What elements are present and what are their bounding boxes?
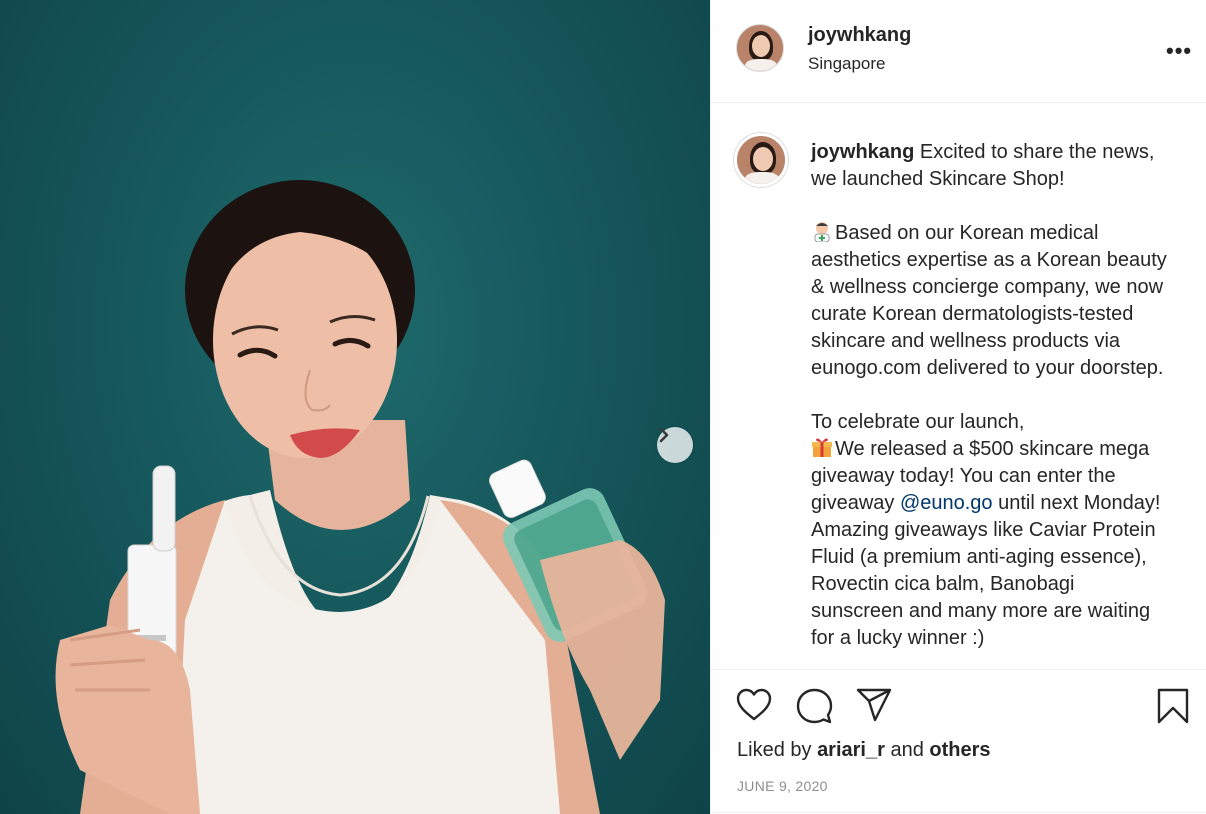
caption-avatar[interactable] (734, 133, 788, 187)
photo-illustration (55, 180, 665, 814)
post-username[interactable]: joywhkang (808, 24, 911, 47)
gift-emoji-icon (812, 438, 832, 457)
chevron-right-icon (659, 427, 669, 443)
post-location[interactable]: Singapore (808, 54, 886, 74)
liked-by-prefix: Liked by (737, 739, 812, 761)
post-side-panel: joywhkang Singapore ••• joywhkang Excite… (710, 0, 1206, 814)
caption-username[interactable]: joywhkang (811, 141, 914, 163)
mention-link[interactable]: @euno.go (900, 492, 993, 514)
caption-scroll-area[interactable]: joywhkang Excited to share the news, we … (711, 103, 1206, 669)
caption-para3-b: until next Monday! Amazing giveaways lik… (811, 492, 1161, 649)
more-options-button[interactable]: ••• (1166, 38, 1192, 64)
liked-by-others[interactable]: others (929, 739, 990, 761)
liked-by-and: and (890, 739, 924, 761)
post-actions: Liked by ariari_r and others JUNE 9, 202… (711, 669, 1206, 814)
caption-text: joywhkang Excited to share the news, we … (811, 139, 1171, 669)
liked-by-line: Liked by ariari_r and others (737, 739, 991, 762)
liked-by-user[interactable]: ariari_r (817, 739, 885, 761)
bookmark-icon[interactable] (1156, 687, 1190, 725)
heart-icon[interactable] (735, 687, 773, 723)
post-photo[interactable] (0, 0, 710, 814)
caption-para3-line1: To celebrate our launch, (811, 411, 1025, 433)
post-date[interactable]: JUNE 9, 2020 (737, 778, 828, 794)
post-header: joywhkang Singapore ••• (711, 0, 1206, 103)
paper-plane-icon[interactable] (855, 687, 893, 723)
doctor-emoji-icon (814, 222, 830, 242)
divider (711, 812, 1206, 813)
comment-icon[interactable] (795, 687, 833, 725)
caption-para2: Based on our Korean medical aesthetics e… (811, 222, 1167, 379)
avatar[interactable] (736, 24, 784, 72)
next-photo-button[interactable] (657, 427, 693, 463)
